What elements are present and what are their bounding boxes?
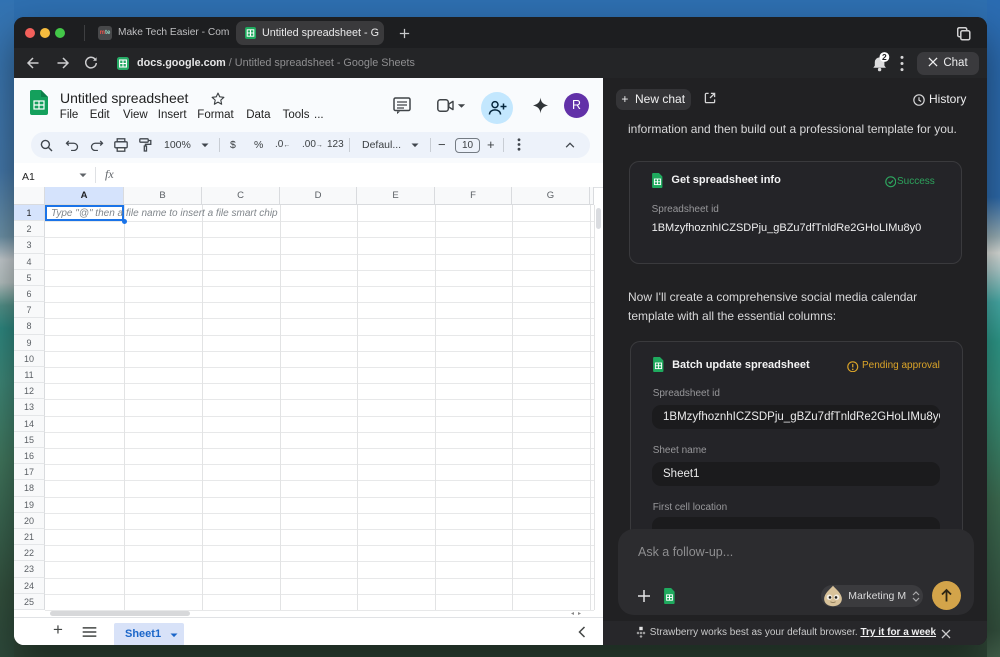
svg-text:2: 2 bbox=[882, 52, 887, 62]
